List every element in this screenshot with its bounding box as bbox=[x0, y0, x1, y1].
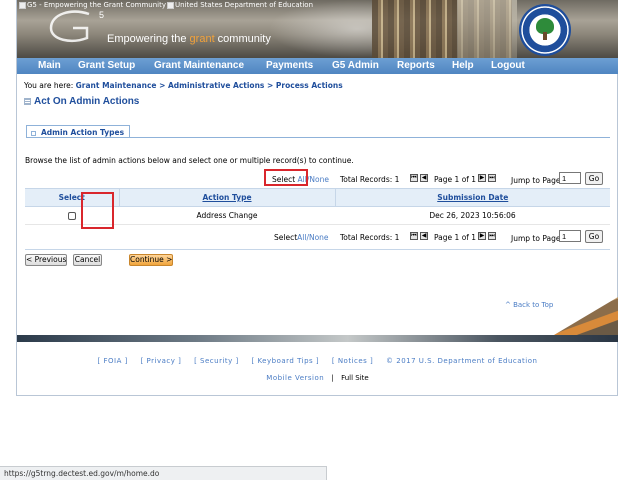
mobile-version-link[interactable]: Mobile Version bbox=[266, 374, 324, 382]
breadcrumb-grant-maintenance[interactable]: Grant Maintenance bbox=[76, 81, 157, 90]
footer-security-link[interactable]: [ Security ] bbox=[194, 357, 239, 365]
nav-grant-maintenance[interactable]: Grant Maintenance bbox=[154, 60, 244, 71]
nav-payments[interactable]: Payments bbox=[266, 60, 313, 71]
broken-image-icon bbox=[19, 1, 26, 9]
footer-foia-link[interactable]: [ FOIA ] bbox=[98, 357, 128, 365]
tagline-prefix: Empowering the bbox=[107, 33, 190, 45]
classroom-corner-image bbox=[554, 297, 618, 335]
tab-label: Admin Action Types bbox=[41, 128, 125, 137]
pager-top: Select All/None Total Records: 1 ⏮ ◀ Pag… bbox=[17, 172, 618, 186]
site-header: G5 - Empowering the Grant Community Unit… bbox=[17, 0, 618, 58]
page-of: Page 1 of 1 bbox=[434, 233, 477, 242]
select-none-link[interactable]: None bbox=[309, 233, 329, 242]
tab-divider bbox=[26, 137, 610, 138]
tagline-suffix: community bbox=[214, 33, 271, 45]
column-action-type[interactable]: Action Type bbox=[118, 188, 335, 207]
jump-page-input[interactable] bbox=[559, 172, 581, 184]
seal-trunk-icon bbox=[543, 32, 547, 40]
jump-label: Jump to Page bbox=[511, 234, 561, 243]
pager-bottom: Select SelectAll/None Total Records: 1 ⏮… bbox=[17, 230, 618, 244]
first-page-icon[interactable]: ⏮ bbox=[410, 174, 418, 182]
footer-copyright: © 2017 U.S. Department of Education bbox=[386, 357, 538, 365]
breadcrumb-process-actions[interactable]: Process Actions bbox=[276, 81, 343, 90]
total-records: Total Records: 1 bbox=[340, 175, 400, 184]
library-shelves-image-2 bbox=[457, 0, 517, 58]
select-none-link[interactable]: None bbox=[309, 175, 329, 184]
back-to-top-link[interactable]: ^ Back to Top bbox=[505, 301, 553, 309]
breadcrumb: You are here: Grant Maintenance > Admini… bbox=[24, 81, 343, 90]
tab-icon bbox=[31, 130, 36, 136]
footer-privacy-link[interactable]: [ Privacy ] bbox=[141, 357, 182, 365]
next-page-icon[interactable]: ▶ bbox=[478, 232, 486, 240]
first-page-icon[interactable]: ⏮ bbox=[410, 232, 418, 240]
intro-text: Browse the list of admin actions below a… bbox=[25, 156, 354, 165]
page-title-wrap: Act On Admin Actions bbox=[24, 96, 139, 107]
list-icon bbox=[24, 98, 31, 105]
tagline-accent: grant bbox=[189, 33, 215, 45]
full-site-label: Full Site bbox=[341, 374, 369, 382]
footer-notices-link[interactable]: [ Notices ] bbox=[332, 357, 373, 365]
main-nav: Main Grant Setup Grant Maintenance Payme… bbox=[17, 58, 618, 74]
g5-logo-superscript: 5 bbox=[99, 10, 104, 20]
page-of: Page 1 of 1 bbox=[434, 175, 477, 184]
nav-grant-setup[interactable]: Grant Setup bbox=[78, 60, 135, 71]
go-button[interactable]: Go bbox=[585, 172, 603, 185]
select-all-highlight bbox=[264, 169, 308, 186]
select-label: Select bbox=[274, 233, 298, 242]
jump-label: Jump to Page bbox=[511, 176, 561, 185]
breadcrumb-prefix: You are here: bbox=[24, 81, 76, 90]
tagline: Empowering the grant community bbox=[107, 33, 271, 45]
footer-keyboard-tips-link[interactable]: [ Keyboard Tips ] bbox=[251, 357, 319, 365]
breadcrumb-separator: > bbox=[156, 81, 168, 90]
page-title: Act On Admin Actions bbox=[34, 96, 140, 107]
select-all-none: Select SelectAll/None bbox=[274, 233, 329, 242]
page-frame: G5 - Empowering the Grant Community Unit… bbox=[16, 0, 618, 396]
status-bar-url: https://g5trng.dectest.ed.gov/m/home.do bbox=[0, 466, 327, 480]
footer-divider: | bbox=[331, 374, 334, 382]
department-of-education-seal[interactable] bbox=[519, 4, 571, 56]
prev-page-icon[interactable]: ◀ bbox=[420, 174, 428, 182]
table-bottom-divider bbox=[25, 249, 610, 250]
column-submission-date[interactable]: Submission Date bbox=[334, 188, 610, 207]
total-records: Total Records: 1 bbox=[340, 233, 400, 242]
go-button[interactable]: Go bbox=[585, 230, 603, 243]
breadcrumb-separator: > bbox=[264, 81, 276, 90]
footer-image-band bbox=[17, 335, 618, 342]
breadcrumb-administrative-actions[interactable]: Administrative Actions bbox=[168, 81, 264, 90]
prev-page-icon[interactable]: ◀ bbox=[420, 232, 428, 240]
nav-help[interactable]: Help bbox=[452, 60, 474, 71]
jump-page-input[interactable] bbox=[559, 230, 581, 242]
select-column-highlight bbox=[81, 192, 114, 229]
footer-version: Mobile Version | Full Site bbox=[17, 374, 618, 382]
nav-logout[interactable]: Logout bbox=[491, 60, 525, 71]
row-checkbox[interactable] bbox=[68, 212, 76, 220]
nav-reports[interactable]: Reports bbox=[397, 60, 435, 71]
last-page-icon[interactable]: ⏭ bbox=[488, 232, 496, 240]
cancel-button[interactable]: Cancel bbox=[73, 254, 102, 266]
doe-logo-alt-text[interactable]: United States Department of Education bbox=[167, 1, 313, 9]
broken-image-icon bbox=[167, 1, 174, 9]
continue-button[interactable]: Continue > bbox=[129, 254, 173, 266]
next-page-icon[interactable]: ▶ bbox=[478, 174, 486, 182]
nav-main[interactable]: Main bbox=[38, 60, 61, 71]
doe-logo-alt-label: United States Department of Education bbox=[175, 1, 314, 9]
footer-links: [ FOIA ] [ Privacy ] [ Security ] [ Keyb… bbox=[17, 357, 618, 365]
nav-g5-admin[interactable]: G5 Admin bbox=[332, 60, 379, 71]
action-type-cell: Address Change bbox=[119, 206, 335, 225]
submission-date-cell: Dec 26, 2023 10:56:06 bbox=[335, 206, 610, 225]
previous-button[interactable]: < Previous bbox=[25, 254, 67, 266]
last-page-icon[interactable]: ⏭ bbox=[488, 174, 496, 182]
